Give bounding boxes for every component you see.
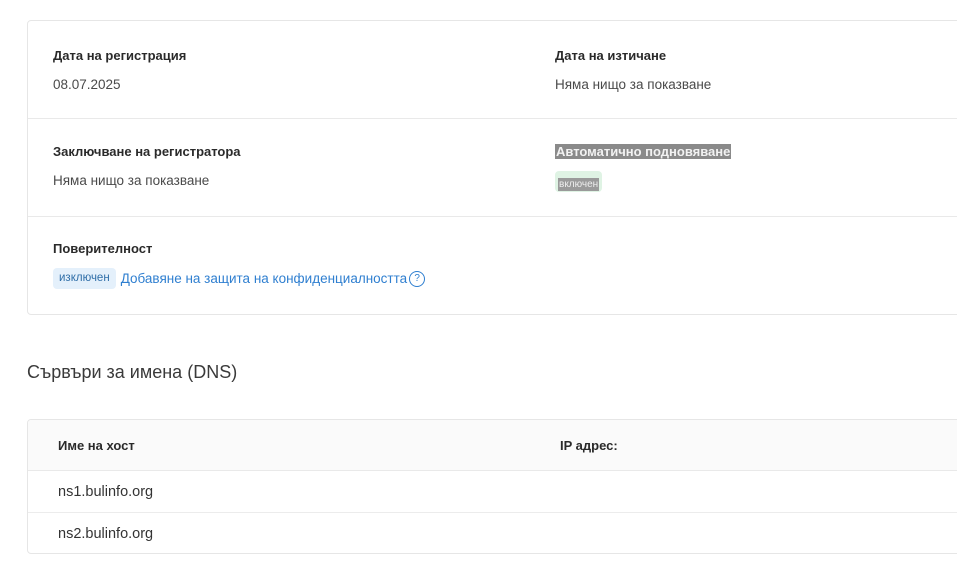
help-icon[interactable]: ? [409,270,426,287]
table-row: ns2.bulinfo.org [28,513,957,553]
add-privacy-protection-link[interactable]: Добавяне на защита на конфиденциалността [121,271,407,286]
registration-date-value: 08.07.2025 [53,77,121,92]
column-header-ip: IP адрес: [560,438,618,453]
expiration-date-value: Няма нищо за показване [555,77,712,92]
hostname-cell: ns2.bulinfo.org [58,526,154,542]
auto-renew-status-badge: включен [555,171,603,192]
dns-table-header: Име на хост IP адрес: [28,420,957,471]
auto-renew-label: Автоматично подновяване [555,144,732,159]
column-header-hostname: Име на хост [58,438,135,453]
registration-date-label: Дата на регистрация [53,48,187,63]
dns-section-title: Сървъри за имена (DNS) [27,362,238,382]
registrar-lock-value: Няма нищо за показване [53,173,210,188]
details-row-lock-renew: Заключване на регистратора Няма нищо за … [28,119,957,217]
auto-renew-status-text: включен [558,178,600,191]
domain-details-card: Дата на регистрация 08.07.2025 Дата на и… [27,20,957,315]
hostname-cell: ns1.bulinfo.org [58,484,154,500]
registrar-lock-label: Заключване на регистратора [53,144,241,159]
details-row-privacy: Поверителност изключен Добавяне на защит… [28,217,957,313]
table-row: ns1.bulinfo.org [28,471,957,513]
privacy-label: Поверителност [53,241,153,256]
details-row-dates: Дата на регистрация 08.07.2025 Дата на и… [28,21,957,119]
expiration-date-label: Дата на изтичане [555,48,667,63]
privacy-controls: изключен Добавяне на защита на конфиденц… [53,268,426,289]
dns-table: Име на хост IP адрес: ns1.bulinfo.org ns… [27,419,957,554]
privacy-status-badge: изключен [53,268,116,289]
